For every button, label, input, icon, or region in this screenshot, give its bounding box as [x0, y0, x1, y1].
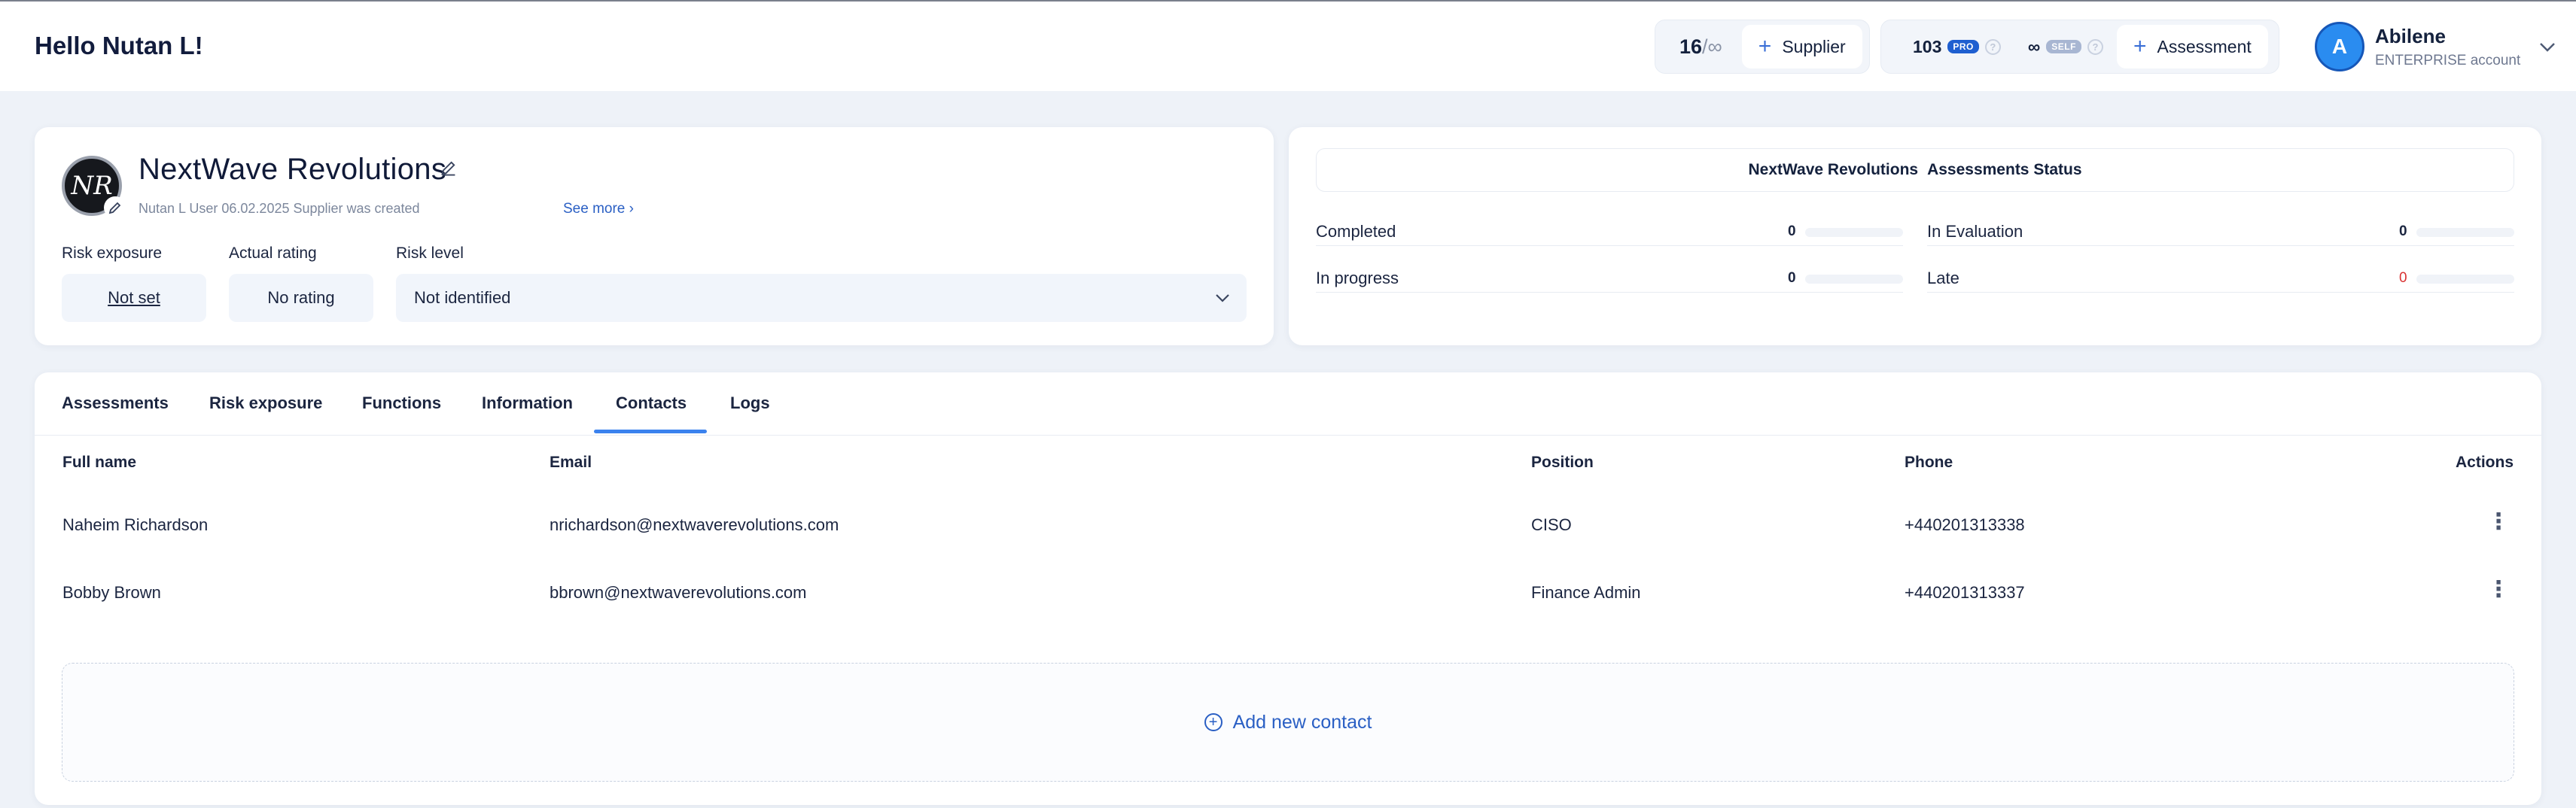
status-value: 0: [1788, 223, 1796, 239]
contact-email: nrichardson@nextwaverevolutions.com: [550, 515, 839, 534]
tab-functions[interactable]: Functions: [362, 393, 441, 413]
self-quota: ∞ SELF ?: [2014, 37, 2117, 57]
table-row: Bobby Brown bbrown@nextwaverevolutions.c…: [35, 579, 2541, 651]
contact-email: bbrown@nextwaverevolutions.com: [550, 583, 807, 602]
help-icon[interactable]: ?: [1984, 38, 2001, 55]
more-actions-icon[interactable]: ⋮: [2487, 579, 2510, 601]
plus-icon: +: [2133, 34, 2147, 59]
contact-phone: +440201313337: [1905, 583, 2025, 602]
supplier-count: 16/∞: [1660, 35, 1742, 59]
tab-bar: Assessments Risk exposure Functions Info…: [35, 372, 2541, 436]
status-progress-bar: [2416, 228, 2514, 237]
status-in-progress: In progress 0: [1316, 263, 1903, 293]
add-assessment-button[interactable]: + Assessment: [2116, 25, 2268, 68]
actual-rating-value: No rating: [267, 288, 335, 307]
supplier-count-value: 16: [1679, 35, 1703, 58]
chevron-down-icon[interactable]: [2539, 35, 2556, 58]
status-title-text: Assessments Status: [1927, 161, 2082, 178]
contact-phone: +440201313338: [1905, 515, 2025, 534]
status-progress-bar: [1805, 275, 1903, 284]
contact-name: Naheim Richardson: [62, 515, 209, 534]
user-info: Abilene ENTERPRISE account: [2375, 25, 2520, 69]
add-supplier-button[interactable]: + Supplier: [1741, 25, 1862, 68]
status-label: In Evaluation: [1927, 222, 2023, 241]
add-new-contact-button[interactable]: + Add new contact: [62, 663, 2514, 782]
self-badge: SELF: [2046, 40, 2081, 53]
user-plan: ENTERPRISE account: [2375, 52, 2521, 68]
add-supplier-label: Supplier: [1782, 36, 1846, 56]
contact-position: Finance Admin: [1531, 583, 1641, 602]
company-card: NR NextWave Revolutions Nutan L User 06.…: [35, 127, 1274, 345]
assessments-status-card: NextWave Revolutions Assessments Status …: [1289, 127, 2541, 345]
self-count: ∞: [2027, 36, 2041, 56]
more-actions-icon[interactable]: ⋮: [2487, 511, 2510, 533]
status-value: 0: [2399, 270, 2407, 286]
actual-rating-label: Actual rating: [229, 245, 317, 262]
created-note: Nutan L User 06.02.2025 Supplier was cre…: [139, 201, 420, 216]
greeting-title: Hello Nutan L!: [35, 32, 203, 59]
edit-logo-icon[interactable]: [104, 196, 126, 219]
status-progress-bar: [2416, 275, 2514, 284]
contact-name: Bobby Brown: [62, 583, 161, 602]
tab-logs[interactable]: Logs: [730, 393, 770, 413]
risk-exposure-label: Risk exposure: [62, 245, 163, 262]
status-value: 0: [1788, 270, 1796, 286]
status-label: Late: [1927, 269, 1959, 287]
see-more-link[interactable]: See more ›: [563, 201, 634, 217]
top-header: Hello Nutan L! 16/∞ + Supplier 103 PRO ?…: [0, 0, 2576, 91]
risk-level-label: Risk level: [396, 245, 464, 262]
table-row: Naheim Richardson nrichardson@nextwavere…: [35, 511, 2541, 583]
plus-icon: +: [1758, 34, 1772, 59]
tab-risk-exposure[interactable]: Risk exposure: [209, 393, 322, 413]
status-late: Late 0: [1927, 263, 2514, 293]
active-tab-indicator: [594, 430, 707, 433]
add-contact-label: Add new contact: [1232, 711, 1372, 733]
column-header-full-name: Full name: [62, 454, 137, 471]
status-label: In progress: [1316, 269, 1399, 287]
risk-exposure-field[interactable]: Not set: [62, 274, 206, 322]
help-icon[interactable]: ?: [2087, 38, 2103, 55]
status-in-evaluation: In Evaluation 0: [1927, 216, 2514, 246]
pro-badge: PRO: [1947, 40, 1979, 53]
user-menu[interactable]: A Abilene ENTERPRISE account: [2315, 20, 2563, 74]
add-assessment-label: Assessment: [2157, 36, 2252, 56]
company-name: NextWave Revolutions: [139, 153, 447, 186]
status-company-name: NextWave Revolutions: [1748, 161, 1919, 178]
plus-circle-icon: +: [1204, 713, 1223, 731]
chevron-down-icon: [1215, 287, 1230, 307]
status-label: Completed: [1316, 222, 1396, 241]
pro-quota: 103 PRO ?: [1886, 37, 2014, 57]
column-header-position: Position: [1531, 454, 1594, 471]
pro-count: 103: [1913, 36, 1942, 56]
risk-level-select[interactable]: Not identified: [396, 274, 1247, 322]
risk-level-value: Not identified: [414, 288, 511, 307]
supplier-count-limit: /∞: [1702, 35, 1722, 58]
assessment-quota-group: 103 PRO ? ∞ SELF ? + Assessment: [1880, 20, 2279, 74]
column-header-phone: Phone: [1905, 454, 1953, 471]
tab-assessments[interactable]: Assessments: [62, 393, 169, 413]
column-header-email: Email: [550, 454, 592, 471]
supplier-quota-group: 16/∞ + Supplier: [1655, 20, 1870, 74]
user-name: Abilene: [2375, 24, 2446, 47]
status-value: 0: [2399, 223, 2407, 239]
actual-rating-field: No rating: [229, 274, 373, 322]
status-progress-bar: [1805, 228, 1903, 237]
column-header-actions: Actions: [2456, 454, 2514, 471]
edit-name-icon[interactable]: [440, 159, 458, 182]
tab-information[interactable]: Information: [482, 393, 573, 413]
status-completed: Completed 0: [1316, 216, 1903, 246]
avatar: A: [2315, 22, 2364, 71]
tab-contacts[interactable]: Contacts: [616, 393, 687, 413]
status-title: NextWave Revolutions Assessments Status: [1316, 148, 2514, 192]
risk-exposure-value: Not set: [108, 288, 160, 307]
contact-position: CISO: [1531, 515, 1572, 534]
contacts-card: Assessments Risk exposure Functions Info…: [35, 372, 2541, 805]
